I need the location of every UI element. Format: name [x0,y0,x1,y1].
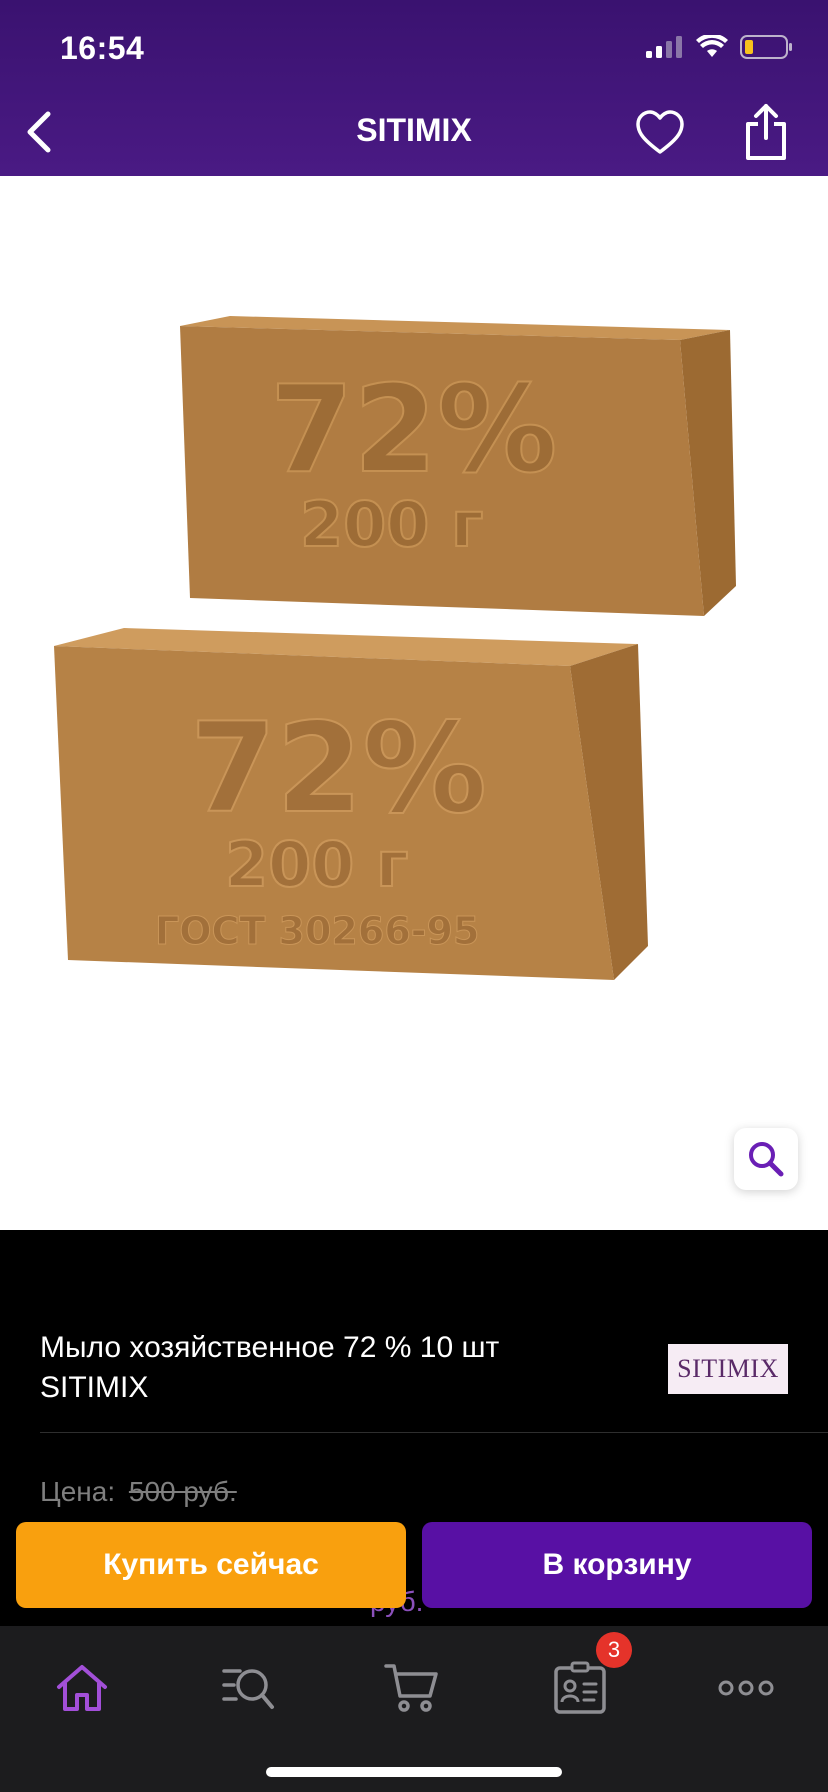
tab-home[interactable] [46,1656,118,1720]
soap-front-standard: ГОСТ 30266-95 [155,909,479,953]
soap-front-percent: 72% [190,697,487,841]
price-old: 500 руб. [128,1476,237,1507]
cellular-signal-icon [646,36,682,58]
brand-logo[interactable]: SITIMIX [668,1344,788,1394]
soap-back-weight: 200 г [300,488,483,561]
profile-card-icon [554,1661,606,1714]
profile-badge: 3 [596,1632,632,1668]
home-icon [57,1665,107,1711]
zoom-button[interactable] [734,1128,798,1190]
tab-cart[interactable] [376,1656,448,1720]
battery-low-icon [740,35,792,59]
home-indicator [266,1767,562,1777]
divider [40,1432,828,1433]
share-icon [746,104,786,160]
soap-bar-back: 72% 200 г [180,316,736,616]
status-time: 16:54 [60,30,145,66]
soap-back-percent: 72% [270,361,557,500]
buy-now-button[interactable]: Купить сейчас [16,1522,406,1608]
app-header: 16:54 SITIMIX [0,0,828,176]
product-image[interactable]: 72% 200 г 72% 200 г ГОСТ 30266-95 [0,176,828,1230]
status-icons [646,34,794,60]
heart-outline-icon [636,110,684,154]
tab-more[interactable] [710,1656,782,1720]
add-to-cart-button[interactable]: В корзину [422,1522,812,1608]
share-button[interactable] [738,102,794,162]
magnifier-icon [749,1142,784,1177]
product-title: Мыло хозяйственное 72 % 10 шт SITIMIX [40,1331,500,1404]
page-title: SITIMIX [356,112,472,148]
wifi-icon [696,35,728,57]
price-label: Цена: [40,1476,116,1507]
search-list-icon [222,1669,274,1709]
soap-front-weight: 200 г [225,828,408,901]
price-row: Цена: 500 руб. [40,1476,237,1508]
tab-catalog-search[interactable] [212,1656,284,1720]
more-dots-icon [718,1680,774,1696]
cart-icon [384,1664,438,1712]
soap-bar-front: 72% 200 г ГОСТ 30266-95 [54,628,648,980]
favorite-button[interactable] [634,108,686,158]
